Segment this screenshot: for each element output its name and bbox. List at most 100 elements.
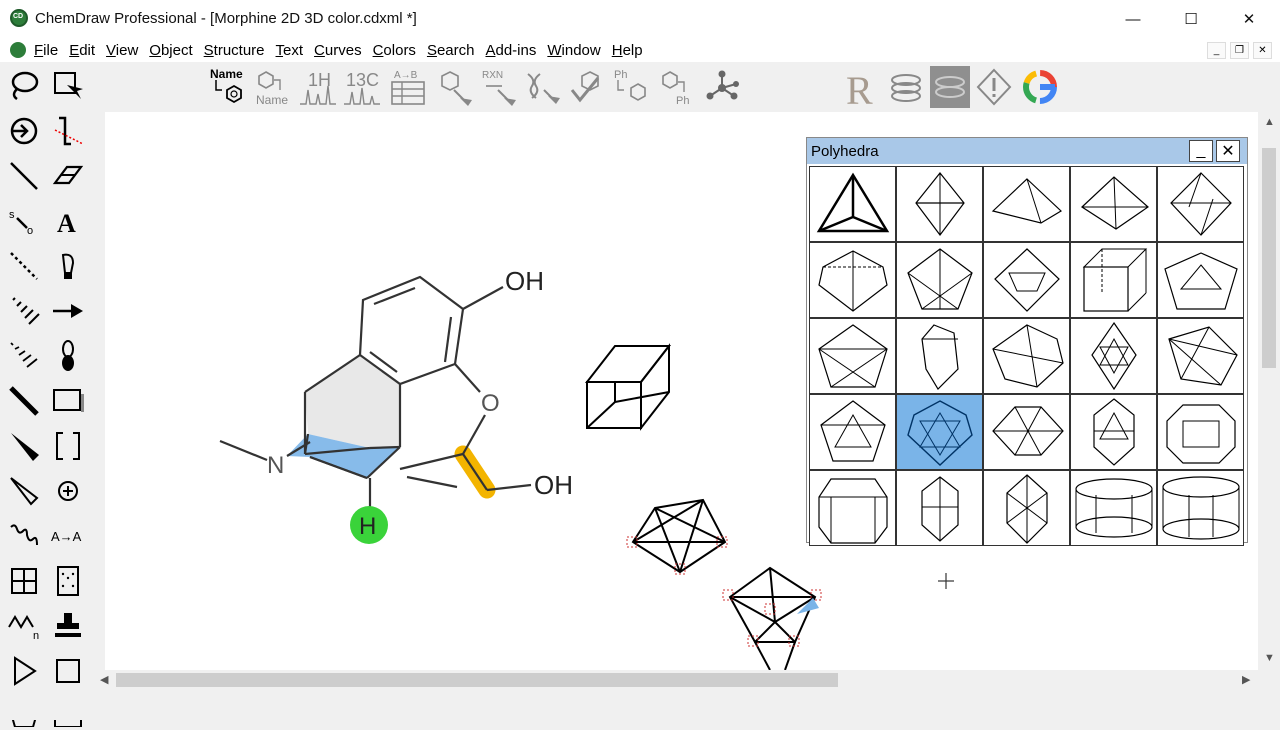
polyhedron-template-14[interactable] xyxy=(1071,319,1156,393)
warning-icon[interactable] xyxy=(974,66,1014,108)
scroll-up-icon[interactable]: ▲ xyxy=(1264,116,1275,128)
polyhedron-template-16[interactable] xyxy=(810,395,895,469)
wedge-bond-tool-icon[interactable] xyxy=(4,426,44,466)
close-button[interactable]: ✕ xyxy=(1220,0,1278,38)
predict-13c-nmr-button[interactable]: 13C xyxy=(342,66,382,108)
hollow-wedge-tool-icon[interactable] xyxy=(4,471,44,511)
check-structure-button[interactable] xyxy=(568,66,608,108)
orbital-tool-icon[interactable] xyxy=(48,336,88,376)
clean-structure-button[interactable] xyxy=(434,66,474,108)
bond-tool-icon[interactable] xyxy=(4,156,44,196)
polyhedron-template-24[interactable] xyxy=(1071,471,1156,545)
cube-drawing[interactable] xyxy=(584,343,672,431)
polyhedron-template-22[interactable] xyxy=(897,471,982,545)
square-tool-icon[interactable] xyxy=(48,651,88,691)
tlc-plate-tool-icon[interactable] xyxy=(48,561,88,601)
hashed-bond-tool-icon[interactable] xyxy=(4,291,44,331)
scroll-left-icon[interactable]: ◀ xyxy=(100,673,108,686)
brackets-tool-icon[interactable] xyxy=(48,426,88,466)
reaction-table-button[interactable]: A→B xyxy=(388,66,428,108)
google-search-button[interactable] xyxy=(1020,66,1060,108)
play-triangle-tool-icon[interactable] xyxy=(4,651,44,691)
wavy-bond-tool-icon[interactable] xyxy=(4,516,44,556)
polyhedron-template-13[interactable] xyxy=(984,319,1069,393)
menu-item-search[interactable]: Search xyxy=(427,42,475,59)
clean-reaction-button[interactable]: RXN xyxy=(478,66,518,108)
polyhedron-template-17[interactable] xyxy=(897,395,982,469)
morphine-molecule[interactable]: OH O OH N H xyxy=(219,266,573,544)
structure-perspective-button[interactable] xyxy=(702,66,742,108)
structure-perspective-tool-icon[interactable] xyxy=(4,111,44,151)
icosahedron-drawing[interactable] xyxy=(626,498,728,575)
scroll-right-icon[interactable]: ▶ xyxy=(1242,673,1250,686)
scroll-down-icon[interactable]: ▼ xyxy=(1264,652,1275,664)
polyhedron-drawing[interactable] xyxy=(722,566,822,670)
dashed-bond-tool-icon[interactable] xyxy=(4,246,44,286)
polyhedron-template-1[interactable] xyxy=(810,167,895,241)
polyhedron-template-10[interactable] xyxy=(1158,243,1243,317)
pen-tool-icon[interactable] xyxy=(48,246,88,286)
lasso-tool-icon[interactable] xyxy=(4,66,44,106)
database-search-button[interactable] xyxy=(930,66,970,108)
menu-item-file[interactable]: File xyxy=(34,42,58,59)
contract-label-button[interactable]: Ph xyxy=(656,66,696,108)
mdi-restore-button[interactable]: ❐ xyxy=(1230,42,1249,59)
menu-item-edit[interactable]: Edit xyxy=(69,42,95,59)
mdi-close-button[interactable]: ✕ xyxy=(1253,42,1272,59)
menu-item-help[interactable]: Help xyxy=(612,42,643,59)
ring-tool-icon[interactable] xyxy=(4,561,44,601)
polyhedron-template-19[interactable] xyxy=(1071,395,1156,469)
menu-item-text[interactable]: Text xyxy=(276,42,304,59)
arrow-tool-icon[interactable] xyxy=(48,291,88,331)
drawing-elements-tool-icon[interactable] xyxy=(48,381,88,421)
structure-to-name-button[interactable]: Name xyxy=(252,66,292,108)
vertical-scroll-thumb[interactable] xyxy=(1262,148,1276,368)
menu-item-view[interactable]: View xyxy=(106,42,138,59)
horizontal-scroll-thumb[interactable] xyxy=(116,673,838,687)
reaxys-button[interactable]: R xyxy=(842,66,882,108)
marquee-tool-icon[interactable] xyxy=(48,66,88,106)
sequence-tool-icon[interactable]: n xyxy=(4,606,44,646)
maximize-button[interactable]: ☐ xyxy=(1162,0,1220,38)
document-icon[interactable] xyxy=(10,42,26,58)
clean-biopolymer-button[interactable] xyxy=(522,66,562,108)
polyhedron-template-9[interactable] xyxy=(1071,243,1156,317)
text-tool-icon[interactable]: A xyxy=(48,201,88,241)
vertical-scrollbar[interactable]: ▲ ▼ xyxy=(1258,112,1280,670)
mdi-minimize-button[interactable]: _ xyxy=(1207,42,1226,59)
expand-label-button[interactable]: Ph xyxy=(612,66,652,108)
polyhedron-template-20[interactable] xyxy=(1158,395,1243,469)
predict-1h-nmr-button[interactable]: 1H xyxy=(298,66,338,108)
menu-item-window[interactable]: Window xyxy=(547,42,600,59)
chemical-symbols-tool-icon[interactable] xyxy=(48,471,88,511)
polyhedron-template-23[interactable] xyxy=(984,471,1069,545)
minimize-button[interactable]: — xyxy=(1104,0,1162,38)
polyhedron-template-8[interactable] xyxy=(984,243,1069,317)
polyhedron-template-4[interactable] xyxy=(1071,167,1156,241)
scifinder-button[interactable] xyxy=(886,66,926,108)
polyhedron-template-7[interactable] xyxy=(897,243,982,317)
menu-item-structure[interactable]: Structure xyxy=(204,42,265,59)
polyhedron-template-12[interactable] xyxy=(897,319,982,393)
menu-item-add-ins[interactable]: Add-ins xyxy=(485,42,536,59)
polyhedron-template-5[interactable] xyxy=(1158,167,1243,241)
chain-tool-icon[interactable]: so xyxy=(4,201,44,241)
polyhedron-template-25[interactable] xyxy=(1158,471,1243,545)
wedged-hashed-bond-tool-icon[interactable] xyxy=(4,336,44,376)
polyhedron-template-3[interactable] xyxy=(984,167,1069,241)
menu-item-colors[interactable]: Colors xyxy=(373,42,416,59)
polyhedron-template-21[interactable] xyxy=(810,471,895,545)
atom-map-tool-icon[interactable]: A→A xyxy=(48,516,88,556)
menu-item-curves[interactable]: Curves xyxy=(314,42,362,59)
polyhedron-template-11[interactable] xyxy=(810,319,895,393)
polyhedra-minimize-button[interactable]: _ xyxy=(1189,140,1213,162)
templates-tool-icon[interactable] xyxy=(48,606,88,646)
bold-bond-tool-icon[interactable] xyxy=(4,381,44,421)
name-to-structure-button[interactable]: Name xyxy=(208,66,248,108)
polyhedron-template-18[interactable] xyxy=(984,395,1069,469)
horizontal-scrollbar[interactable]: ◀ ▶ xyxy=(96,670,1258,690)
eraser-tool-icon[interactable] xyxy=(48,156,88,196)
menu-item-object[interactable]: Object xyxy=(149,42,192,59)
polyhedron-template-15[interactable] xyxy=(1158,319,1243,393)
polyhedron-template-2[interactable] xyxy=(897,167,982,241)
